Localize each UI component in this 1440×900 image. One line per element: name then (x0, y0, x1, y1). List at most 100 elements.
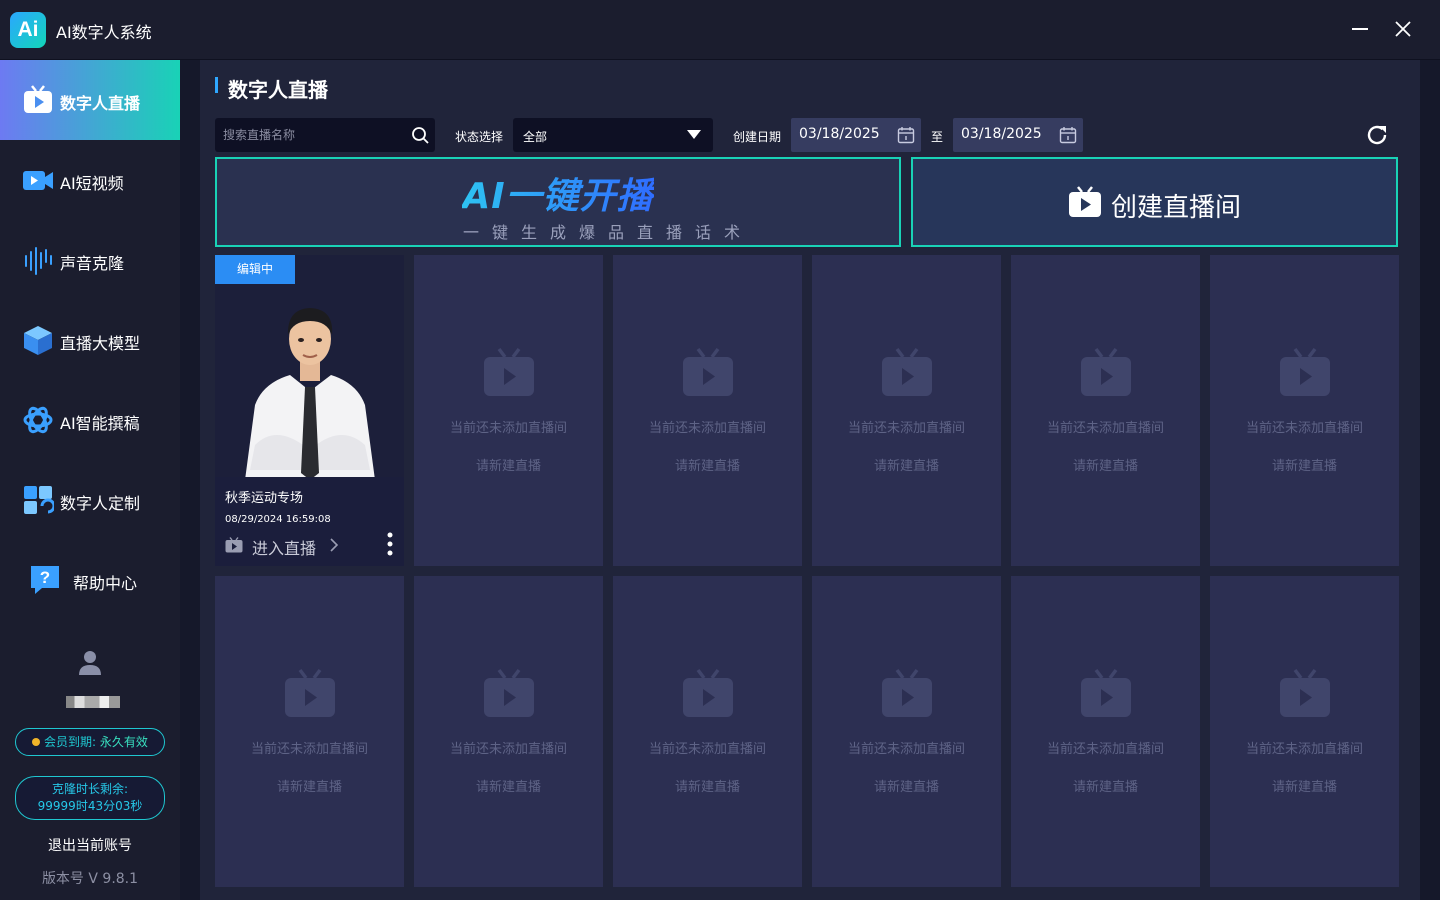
empty-room-card[interactable]: 当前还未添加直播间 请新建直播 (1011, 576, 1200, 887)
chevron-right-icon (330, 538, 339, 552)
ai-writing-icon (23, 406, 53, 434)
date-from-value: 03/18/2025 (799, 126, 880, 142)
empty-room-card[interactable]: 当前还未添加直播间 请新建直播 (1210, 255, 1399, 566)
ai-banner-title-text: AI一键开播 (462, 176, 654, 217)
create-live-room-button[interactable]: 创建直播间 (911, 157, 1398, 247)
sidebar-item-ai-short-video[interactable]: AI短视频 (0, 140, 180, 220)
sidebar: 数字人直播 AI短视频 声音克隆 直播大模型 AI智能撰稿 数字人定制 ? 帮助… (0, 60, 180, 900)
status-select[interactable]: 全部 (513, 118, 713, 152)
live-room-time: 08/29/2024 16:59:08 (225, 514, 331, 525)
create-live-link[interactable]: 请新建直播 (1210, 776, 1399, 795)
sidebar-item-label: 声音克隆 (60, 254, 125, 273)
date-to-value: 03/18/2025 (961, 126, 1042, 142)
search-input[interactable] (215, 118, 405, 152)
empty-room-card[interactable]: 当前还未添加直播间 请新建直播 (613, 576, 802, 887)
create-live-link[interactable]: 请新建直播 (414, 455, 603, 474)
date-separator: 至 (931, 130, 944, 144)
empty-room-card[interactable]: 当前还未添加直播间 请新建直播 (613, 255, 802, 566)
minimize-icon[interactable] (1346, 14, 1376, 44)
create-live-link[interactable]: 请新建直播 (613, 776, 802, 795)
coin-icon (32, 738, 41, 746)
sidebar-item-help-center[interactable]: ? 帮助中心 (0, 540, 180, 620)
tv-play-icon (882, 668, 932, 717)
sidebar-item-label: 数字人直播 (60, 94, 141, 113)
tv-play-icon (683, 347, 733, 396)
date-to-picker[interactable]: 03/18/2025 (953, 118, 1083, 152)
title-bar: Ai AI数字人系统 (0, 0, 1440, 60)
app-logo-text: Ai (17, 18, 39, 41)
video-camera-icon (23, 171, 53, 190)
sidebar-item-voice-clone[interactable]: 声音克隆 (0, 220, 180, 300)
empty-room-text: 当前还未添加直播间 (449, 421, 567, 436)
empty-room-card[interactable]: 当前还未添加直播间 请新建直播 (414, 576, 603, 887)
sidebar-item-label: AI智能撰稿 (60, 414, 140, 433)
empty-room-text: 当前还未添加直播间 (250, 742, 368, 757)
sidebar-item-ai-writing[interactable]: AI智能撰稿 (0, 380, 180, 460)
empty-room-card[interactable]: 当前还未添加直播间 请新建直播 (812, 576, 1001, 887)
close-icon[interactable] (1388, 14, 1418, 44)
tv-play-icon (1081, 668, 1131, 717)
enter-live-button[interactable]: 进入直播 (252, 535, 316, 559)
page-title: 数字人直播 (228, 78, 328, 102)
version-text: 版本号 V 9.8.1 (41, 871, 139, 887)
calendar-icon (1059, 127, 1077, 144)
create-live-link[interactable]: 请新建直播 (812, 776, 1001, 795)
title-marker (215, 77, 218, 93)
empty-room-card[interactable]: 当前还未添加直播间 请新建直播 (812, 255, 1001, 566)
date-from-picker[interactable]: 03/18/2025 (791, 118, 921, 152)
sidebar-item-label: AI短视频 (60, 174, 124, 193)
tv-play-icon (24, 85, 52, 113)
clone-duration-badge: 克隆时长剩余: 99999时43分03秒 (15, 776, 165, 820)
app-title: AI数字人系统 (56, 23, 152, 42)
sidebar-item-live-model[interactable]: 直播大模型 (0, 300, 180, 380)
empty-room-card[interactable]: 当前还未添加直播间 请新建直播 (215, 576, 404, 887)
create-live-link[interactable]: 请新建直播 (1011, 455, 1200, 474)
tv-play-icon (1280, 347, 1330, 396)
empty-room-card[interactable]: 当前还未添加直播间 请新建直播 (1210, 576, 1399, 887)
empty-room-text: 当前还未添加直播间 (1245, 421, 1363, 436)
search-box (215, 118, 435, 152)
sidebar-item-label: 帮助中心 (73, 574, 138, 593)
sidebar-item-label: 直播大模型 (60, 334, 141, 353)
more-vertical-icon[interactable] (387, 532, 393, 556)
refresh-icon[interactable] (1364, 122, 1390, 148)
logout-link[interactable]: 退出当前账号 (0, 835, 180, 855)
tv-play-icon (225, 537, 243, 553)
clone-duration-label: 克隆时长剩余: (51, 782, 129, 796)
empty-room-text: 当前还未添加直播间 (847, 421, 965, 436)
help-icon: ? (31, 566, 59, 594)
live-room-card[interactable]: 编辑中 秋季运动专场 08/29/2024 16:59:08 进入直播 (215, 255, 404, 566)
sidebar-item-customize[interactable]: 数字人定制 (0, 460, 180, 540)
empty-room-text: 当前还未添加直播间 (847, 742, 965, 757)
create-live-link[interactable]: 请新建直播 (1011, 776, 1200, 795)
ai-one-click-live-banner[interactable]: AI一键开播 一键生成爆品直播话术 (215, 157, 901, 247)
create-live-link[interactable]: 请新建直播 (812, 455, 1001, 474)
search-icon[interactable] (411, 126, 429, 144)
status-select-value: 全部 (523, 130, 548, 144)
live-room-info: 秋季运动专场 08/29/2024 16:59:08 进入直播 (215, 477, 404, 566)
membership-label: 会员到期: (44, 735, 97, 749)
svg-text:?: ? (40, 568, 50, 587)
create-live-room-label: 创建直播间 (1111, 193, 1242, 223)
sidebar-item-label: 数字人定制 (60, 494, 141, 513)
username-masked (66, 696, 120, 708)
customize-icon (24, 486, 54, 514)
ai-banner-subtitle: 一键生成爆品直播话术 (462, 223, 753, 242)
empty-room-card[interactable]: 当前还未添加直播间 请新建直播 (1011, 255, 1200, 566)
create-live-link[interactable]: 请新建直播 (1210, 455, 1399, 474)
empty-room-card[interactable]: 当前还未添加直播间 请新建直播 (414, 255, 603, 566)
create-live-link[interactable]: 请新建直播 (613, 455, 802, 474)
live-room-name: 秋季运动专场 (225, 491, 304, 506)
create-live-link[interactable]: 请新建直播 (215, 776, 404, 795)
cube-icon (24, 326, 52, 355)
empty-room-text: 当前还未添加直播间 (648, 742, 766, 757)
membership-badge: 会员到期: 永久有效 (15, 728, 165, 756)
date-filter-label: 创建日期 (733, 130, 782, 144)
sound-wave-icon (25, 247, 52, 275)
user-avatar-icon[interactable] (75, 648, 105, 678)
create-live-link[interactable]: 请新建直播 (414, 776, 603, 795)
tv-play-icon (285, 668, 335, 717)
ai-banner-title: AI一键开播 (217, 167, 899, 219)
app-logo: Ai (10, 12, 46, 48)
sidebar-item-digital-human-live[interactable]: 数字人直播 (0, 60, 180, 140)
